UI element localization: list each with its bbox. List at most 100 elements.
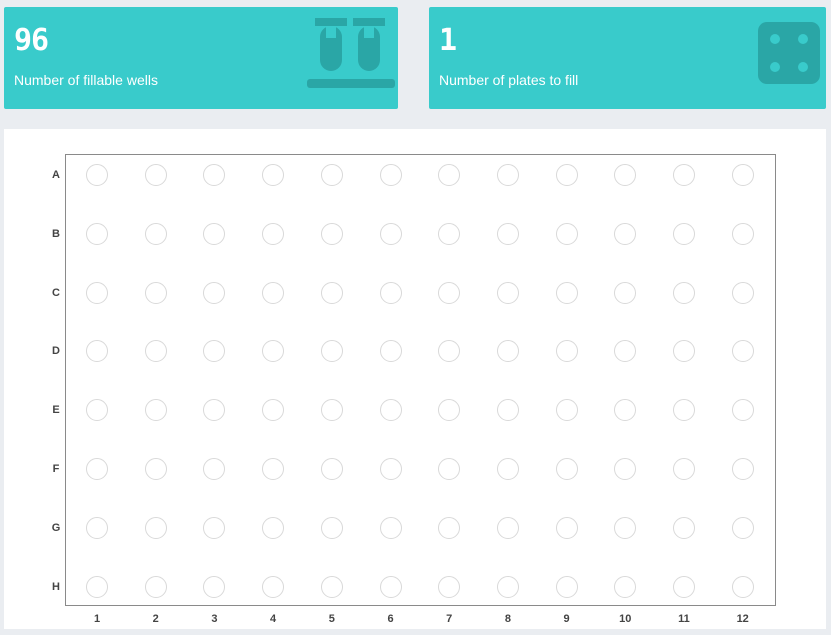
well-g8[interactable]: [496, 516, 519, 539]
well-g4[interactable]: [262, 516, 285, 539]
well-f1[interactable]: [86, 458, 108, 480]
well-h2[interactable]: [144, 575, 167, 598]
well-f9[interactable]: [555, 458, 578, 480]
well-h5[interactable]: [320, 575, 343, 598]
well-e6[interactable]: [379, 399, 402, 422]
well-h10[interactable]: [614, 575, 637, 598]
well-e9[interactable]: [555, 399, 578, 422]
fillable-wells-value: 96: [14, 23, 49, 58]
well-c9[interactable]: [555, 281, 578, 304]
well-h12[interactable]: [731, 575, 754, 598]
fillable-wells-card: 96 Number of fillable wells: [4, 7, 398, 109]
well-g6[interactable]: [379, 516, 402, 539]
well-c11[interactable]: [673, 281, 695, 304]
well-a2[interactable]: [144, 164, 167, 186]
well-h7[interactable]: [438, 575, 461, 598]
well-c1[interactable]: [86, 281, 108, 304]
well-d6[interactable]: [379, 340, 402, 363]
column-label-8: 8: [504, 613, 511, 625]
well-b9[interactable]: [555, 222, 578, 245]
well-b2[interactable]: [144, 222, 167, 245]
well-f6[interactable]: [379, 458, 402, 480]
well-h9[interactable]: [555, 575, 578, 598]
plate-panel: A B C D E F G H 1 2 3 4 5 6 7 8 9 10 11 12: [4, 129, 826, 629]
well-c8[interactable]: [496, 281, 519, 304]
well-b6[interactable]: [379, 222, 402, 245]
column-label-9: 9: [563, 613, 570, 625]
well-h8[interactable]: [496, 575, 519, 598]
column-label-1: 1: [93, 613, 101, 625]
well-c2[interactable]: [144, 281, 167, 304]
well-d2[interactable]: [144, 340, 167, 363]
fillable-wells-label: Number of fillable wells: [14, 72, 158, 88]
well-h11[interactable]: [673, 575, 695, 598]
well-b8[interactable]: [496, 222, 519, 245]
well-b1[interactable]: [86, 222, 108, 245]
well-b10[interactable]: [614, 222, 637, 245]
well-d12[interactable]: [731, 340, 754, 363]
well-e12[interactable]: [731, 399, 754, 422]
row-label-a: A: [52, 169, 60, 181]
row-label-f: F: [52, 463, 60, 475]
well-e8[interactable]: [496, 399, 519, 422]
column-label-7: 7: [446, 613, 453, 625]
well-f11[interactable]: [673, 458, 695, 480]
row-label-d: D: [52, 345, 60, 358]
well-c12[interactable]: [731, 281, 754, 304]
well-b12[interactable]: [731, 222, 754, 245]
plates-to-fill-value: 1: [439, 23, 457, 58]
well-a4[interactable]: [262, 164, 285, 186]
plates-to-fill-card: 1 Number of plates to fill: [429, 7, 826, 109]
row-label-c: C: [52, 286, 60, 299]
well-a9[interactable]: [555, 164, 578, 186]
well-c4[interactable]: [262, 281, 285, 304]
well-h3[interactable]: [203, 575, 226, 598]
row-label-b: B: [52, 227, 60, 240]
column-label-10: 10: [619, 613, 632, 625]
well-g7[interactable]: [438, 516, 461, 539]
well-g1[interactable]: [86, 516, 108, 539]
well-f12[interactable]: [731, 458, 754, 480]
well-a8[interactable]: [496, 164, 519, 186]
well-b7[interactable]: [438, 222, 461, 245]
well-c5[interactable]: [320, 281, 343, 304]
well-a11[interactable]: [673, 164, 695, 186]
row-label-g: G: [51, 521, 61, 534]
well-h4[interactable]: [262, 575, 285, 598]
test-tubes-icon: [307, 18, 395, 88]
well-g5[interactable]: [320, 516, 343, 539]
well-f5[interactable]: [320, 458, 343, 480]
well-e2[interactable]: [144, 399, 167, 422]
well-g9[interactable]: [555, 516, 578, 539]
well-b11[interactable]: [673, 222, 695, 245]
well-h6[interactable]: [379, 575, 402, 598]
well-a5[interactable]: [320, 164, 343, 186]
well-a1[interactable]: [86, 164, 108, 186]
well-plate: [65, 154, 776, 606]
column-label-6: 6: [387, 613, 394, 625]
well-c6[interactable]: [379, 281, 402, 304]
well-h1[interactable]: [86, 575, 108, 598]
well-d9[interactable]: [555, 340, 578, 363]
row-label-e: E: [52, 404, 60, 417]
plates-to-fill-label: Number of plates to fill: [439, 72, 579, 88]
well-g2[interactable]: [144, 516, 167, 539]
well-c3[interactable]: [203, 281, 226, 304]
well-c10[interactable]: [614, 281, 637, 304]
well-b4[interactable]: [262, 222, 285, 245]
well-g11[interactable]: [673, 516, 695, 539]
well-f2[interactable]: [144, 458, 167, 480]
well-g10[interactable]: [614, 516, 637, 539]
column-label-3: 3: [211, 613, 218, 625]
well-g12[interactable]: [731, 516, 754, 539]
well-a6[interactable]: [379, 164, 402, 186]
column-label-2: 2: [152, 613, 159, 625]
column-label-5: 5: [328, 613, 335, 625]
well-a12[interactable]: [731, 164, 754, 186]
well-f4[interactable]: [262, 458, 285, 480]
well-c7[interactable]: [438, 281, 461, 304]
column-label-12: 12: [736, 613, 749, 625]
well-e5[interactable]: [320, 399, 343, 422]
well-b5[interactable]: [320, 222, 343, 245]
well-f8[interactable]: [496, 458, 519, 480]
